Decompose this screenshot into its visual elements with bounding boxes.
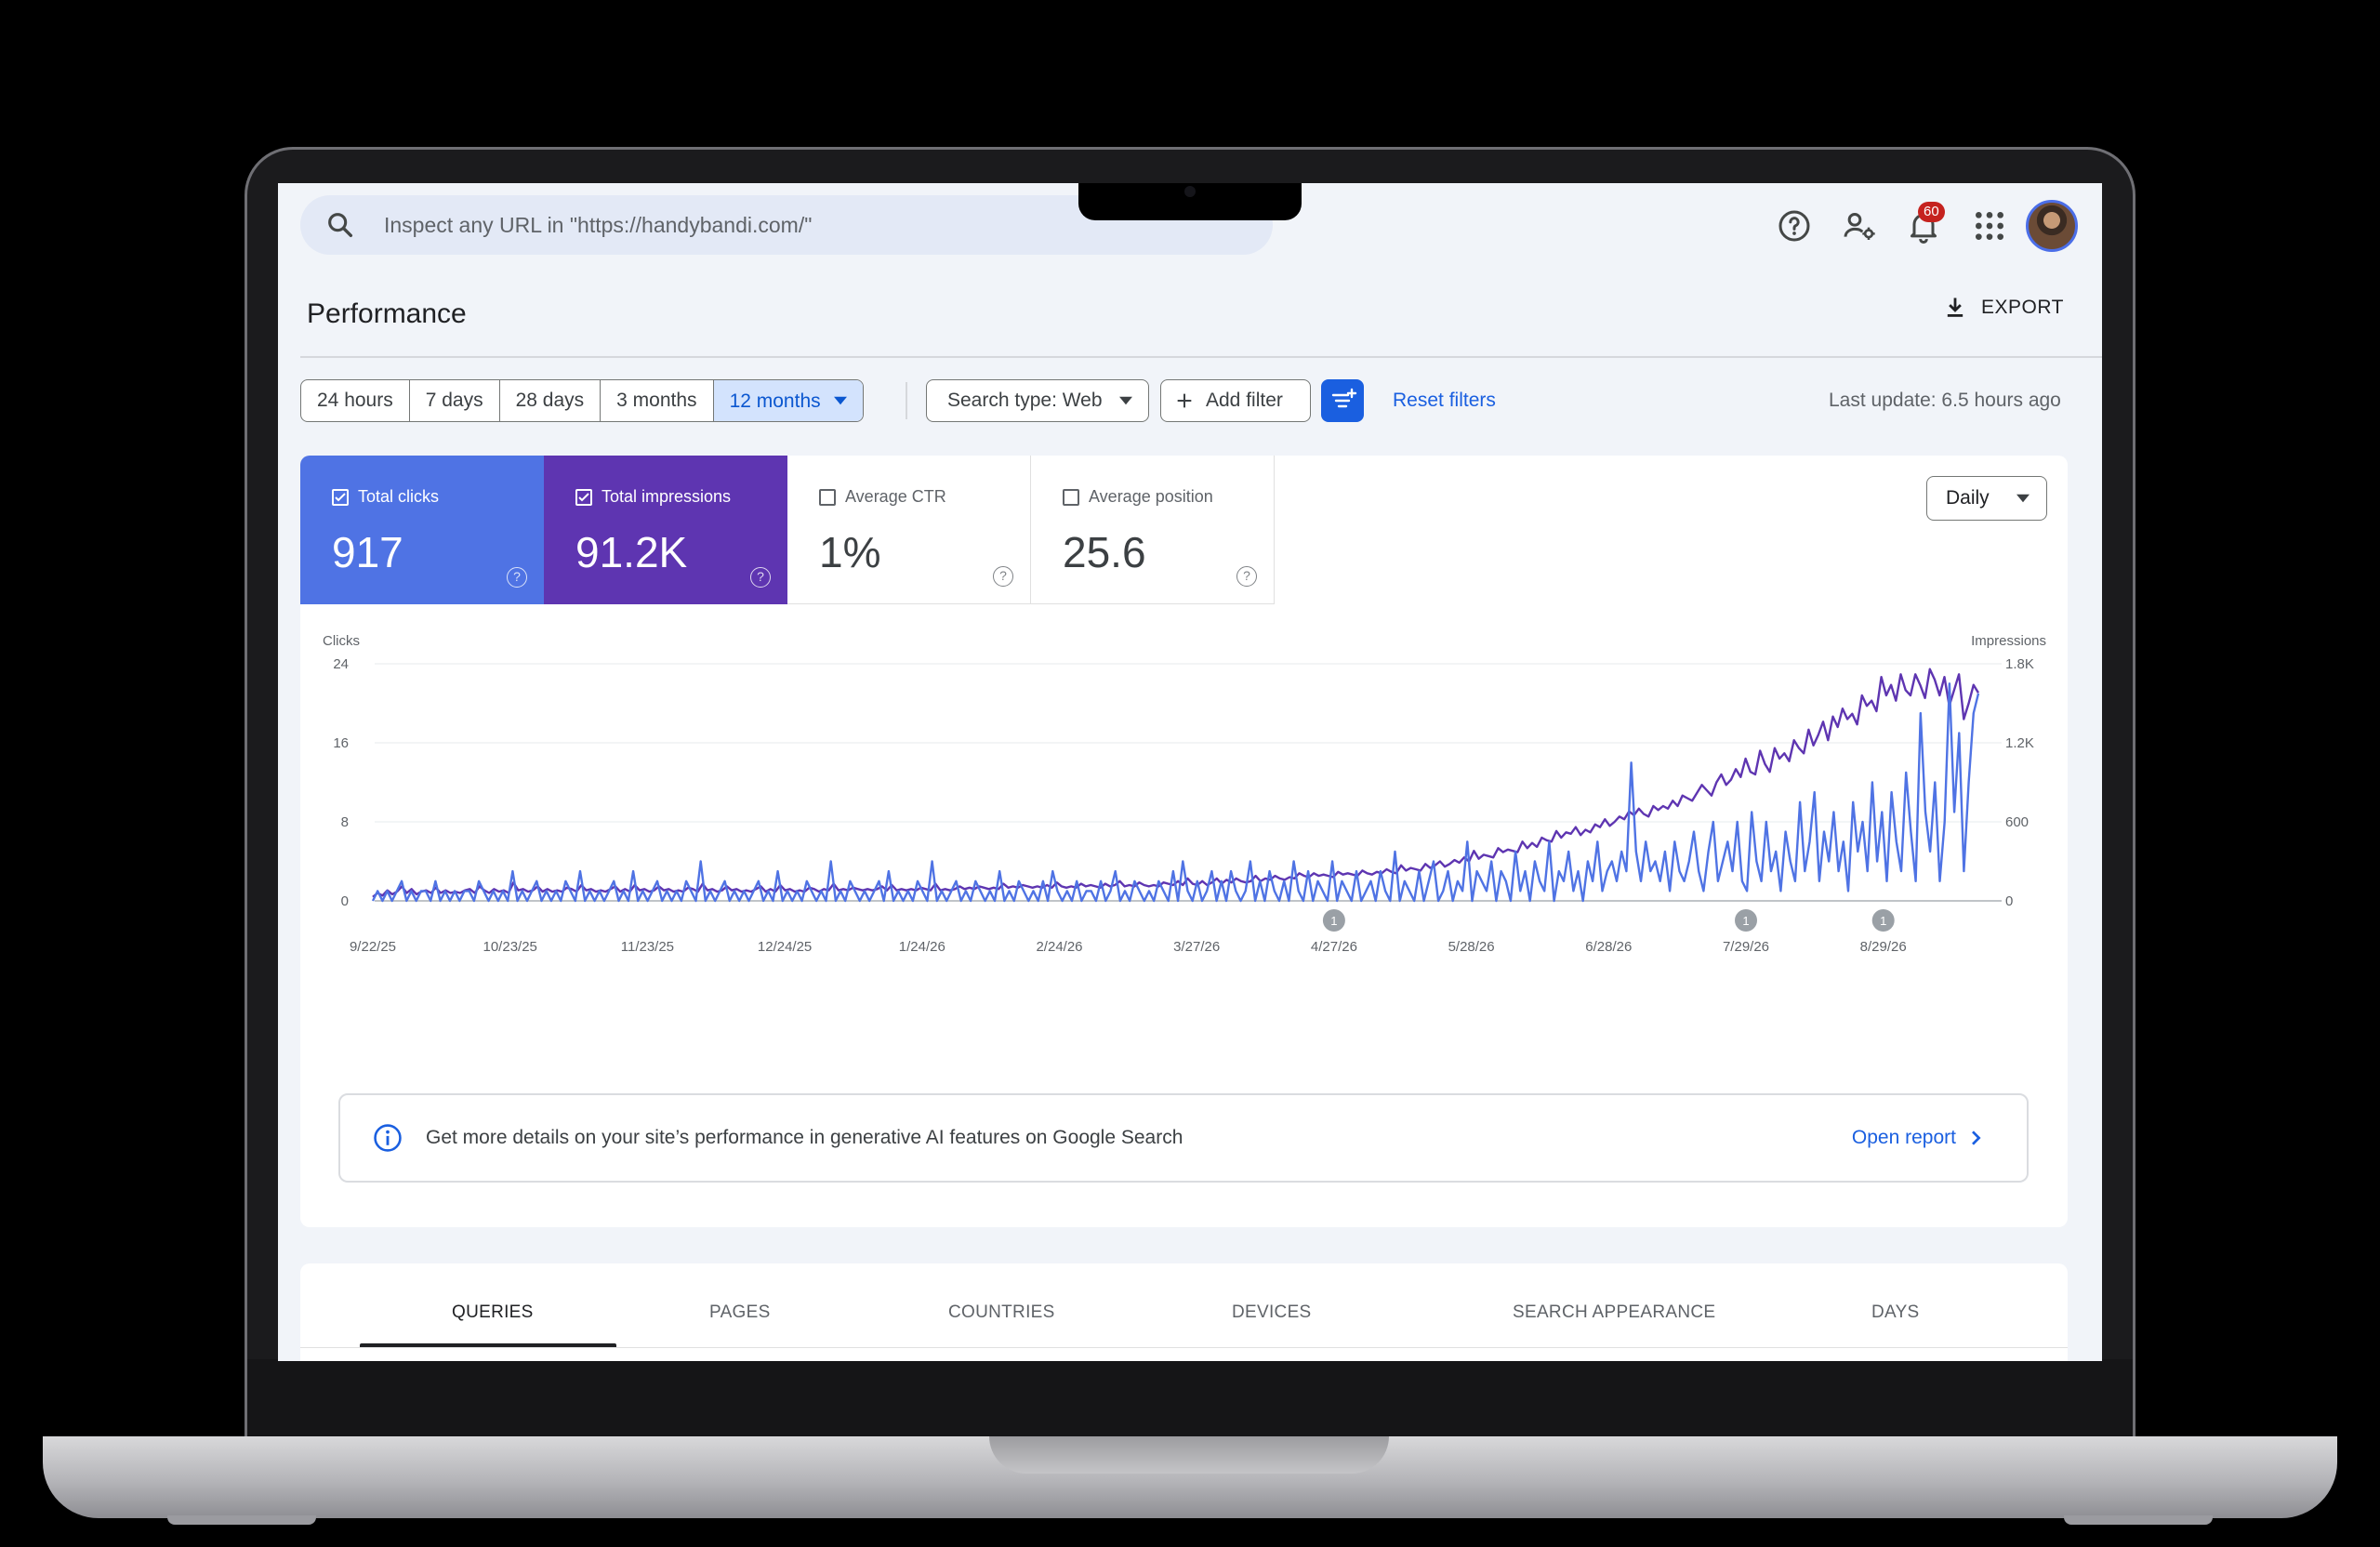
chevron-down-icon [2016, 494, 2030, 503]
x-tick: 8/29/26 [1860, 939, 1907, 955]
range-12-months-label: 12 months [729, 390, 821, 412]
add-filter-label: Add filter [1206, 390, 1283, 411]
plus-icon [1177, 393, 1192, 408]
left-axis-label: Clicks [323, 633, 360, 649]
series-line-impressions [372, 668, 1980, 898]
y-tick-right: 600 [2005, 814, 2029, 830]
range-12-months[interactable]: 12 months [713, 380, 863, 421]
notification-count-badge: 60 [1918, 202, 1945, 222]
y-tick-right: 0 [2005, 893, 2013, 909]
help-icon[interactable]: ? [993, 566, 1013, 587]
page-title: Performance [307, 298, 467, 329]
annotation-label: 1 [1742, 914, 1749, 928]
checkbox-checked-icon[interactable] [332, 488, 349, 506]
tabs-divider [300, 1347, 2068, 1348]
metric-average-position[interactable]: Average position 25.6 ? [1031, 456, 1275, 604]
metric-label: Average CTR [845, 487, 946, 506]
help-icon[interactable]: ? [750, 567, 771, 588]
download-icon [1947, 298, 1964, 317]
x-tick: 7/29/26 [1723, 939, 1769, 955]
right-axis-label: Impressions [1971, 633, 2046, 649]
export-label: EXPORT [1981, 297, 2064, 318]
chevron-down-icon [833, 396, 847, 405]
open-report-label: Open report [1851, 1127, 1956, 1148]
x-tick: 11/23/25 [621, 939, 674, 955]
metric-label: Average position [1089, 487, 1213, 506]
x-tick: 2/24/26 [1036, 939, 1082, 955]
search-type-label: Search type: Web [947, 390, 1103, 411]
laptop-foot [167, 1515, 316, 1525]
annotation-label: 1 [1880, 914, 1886, 928]
range-7-days[interactable]: 7 days [410, 380, 500, 421]
granularity-dropdown[interactable]: Daily [1926, 476, 2047, 521]
manage-users-icon[interactable] [1841, 207, 1878, 245]
metric-total-clicks[interactable]: Total clicks 917 ? [300, 456, 544, 604]
metric-total-impressions[interactable]: Total impressions 91.2K ? [544, 456, 787, 604]
x-tick: 6/28/26 [1585, 939, 1632, 955]
performance-card: Total clicks 917 ? Total impressions 91.… [300, 456, 2068, 1227]
laptop-foot [2064, 1515, 2213, 1525]
screen: Inspect any URL in "https://handybandi.c… [278, 183, 2102, 1361]
laptop-opening-notch [989, 1436, 1389, 1474]
tab-search-appearance[interactable]: SEARCH APPEARANCE [1513, 1302, 1715, 1323]
tab-pages[interactable]: PAGES [709, 1302, 771, 1323]
y-tick-left: 0 [341, 893, 349, 909]
report-tabs: QUERIES PAGES COUNTRIES DEVICES SEARCH A… [300, 1263, 2068, 1361]
avatar[interactable] [2026, 200, 2078, 252]
y-tick-left: 24 [333, 656, 349, 672]
help-icon[interactable]: ? [507, 567, 527, 588]
filter-separator [906, 382, 907, 419]
reset-filters-link[interactable]: Reset filters [1393, 390, 1496, 412]
range-28-days[interactable]: 28 days [500, 380, 602, 421]
chevron-down-icon [1118, 396, 1132, 405]
checkbox-unchecked-icon[interactable] [1063, 488, 1079, 506]
banner-text: Get more details on your site’s performa… [426, 1127, 1183, 1148]
performance-chart[interactable]: 24 16 8 0 1.8K 1.2K 600 0 Clicks Impressions 9/22/… [300, 617, 2068, 1026]
camera-icon [1184, 186, 1196, 197]
tab-devices[interactable]: DEVICES [1232, 1302, 1312, 1323]
search-icon [328, 213, 353, 238]
x-tick: 10/23/25 [483, 939, 537, 955]
ai-features-banner: Get more details on your site’s performa… [338, 1093, 2029, 1183]
export-button[interactable]: EXPORT [1942, 295, 2064, 321]
tab-days[interactable]: DAYS [1871, 1302, 1920, 1323]
apps-grid-icon[interactable] [1971, 207, 2008, 245]
granularity-label: Daily [1946, 487, 1990, 509]
tab-countries[interactable]: COUNTRIES [948, 1302, 1055, 1323]
filter-settings-button[interactable] [1321, 379, 1364, 422]
x-tick: 1/24/26 [899, 939, 945, 955]
chevron-right-icon [1972, 1130, 1981, 1145]
range-24-hours[interactable]: 24 hours [301, 380, 410, 421]
y-tick-right: 1.8K [2005, 656, 2034, 672]
open-report-link[interactable]: Open report [1852, 1127, 1982, 1149]
x-tick: 9/22/25 [350, 939, 396, 955]
search-type-dropdown[interactable]: Search type: Web [926, 379, 1149, 422]
x-tick: 5/28/26 [1448, 939, 1495, 955]
filter-list-icon [1331, 388, 1357, 408]
metric-label: Total impressions [602, 487, 732, 506]
annotation-label: 1 [1330, 914, 1337, 928]
x-tick: 4/27/26 [1311, 939, 1357, 955]
add-filter-button[interactable]: Add filter [1160, 379, 1311, 422]
search-input[interactable]: Inspect any URL in "https://handybandi.c… [384, 213, 812, 238]
y-tick-left: 16 [333, 735, 349, 751]
metric-label: Total clicks [358, 487, 440, 506]
header-divider [300, 356, 2102, 358]
y-tick-right: 1.2K [2005, 735, 2034, 751]
series-line-clicks [371, 682, 1980, 903]
info-icon [374, 1124, 402, 1152]
metric-average-ctr[interactable]: Average CTR 1% ? [787, 456, 1031, 604]
range-3-months[interactable]: 3 months [601, 380, 714, 421]
y-tick-left: 8 [341, 814, 349, 830]
date-range-selector[interactable]: 24 hours 7 days 28 days 3 months 12 mont… [300, 379, 864, 422]
tab-queries[interactable]: QUERIES [452, 1302, 534, 1323]
checkbox-unchecked-icon[interactable] [819, 488, 836, 506]
help-icon[interactable] [1776, 207, 1813, 245]
last-update-text: Last update: 6.5 hours ago [1829, 390, 2061, 411]
x-tick: 12/24/25 [758, 939, 812, 955]
help-icon[interactable]: ? [1236, 566, 1257, 587]
laptop-bezel-bottom [247, 1359, 2133, 1439]
x-tick: 3/27/26 [1173, 939, 1220, 955]
checkbox-checked-icon[interactable] [575, 488, 592, 506]
